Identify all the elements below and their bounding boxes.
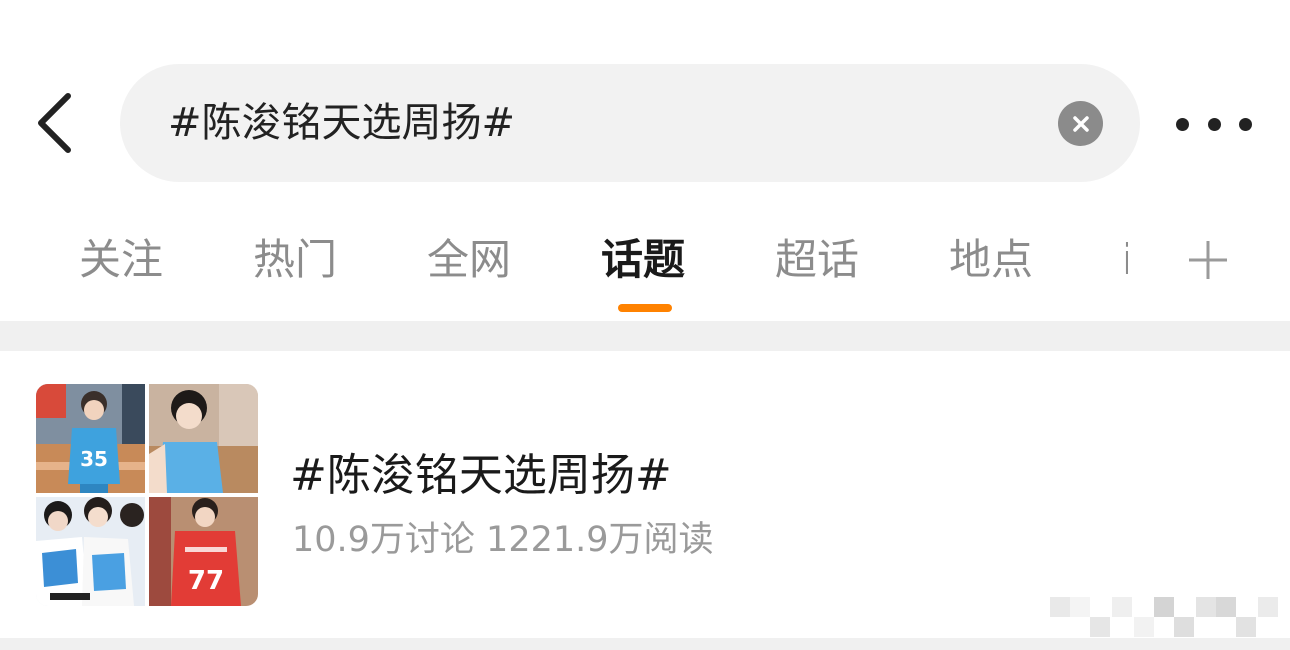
topic-result-card[interactable]: 35 77 #陈浚铭天选周扬# 10.9万讨论 1221.9万阅读 xyxy=(0,351,1290,638)
plus-icon xyxy=(1189,241,1227,279)
active-tab-indicator xyxy=(618,304,672,312)
topic-title[interactable]: #陈浚铭天选周扬# xyxy=(290,439,672,503)
watermark-mosaic xyxy=(1050,597,1278,637)
section-divider xyxy=(0,638,1290,650)
tab-partial-label: i xyxy=(1122,240,1128,280)
more-dot-icon xyxy=(1239,117,1252,131)
weibo-search-page: #陈浚铭天选周扬# 关注 热门 全网 话题 超话 地点 i 35 77 #陈浚铭… xyxy=(0,0,1290,650)
topic-thumbnail-image: 35 xyxy=(36,384,145,493)
tab-hot[interactable]: 热门 xyxy=(253,228,337,292)
search-input[interactable]: #陈浚铭天选周扬# xyxy=(168,64,515,182)
close-icon xyxy=(1072,115,1089,132)
tab-follow[interactable]: 关注 xyxy=(79,228,163,292)
topic-thumbnail-image xyxy=(36,497,145,606)
svg-text:77: 77 xyxy=(188,566,224,596)
more-dot-icon xyxy=(1207,117,1221,131)
chevron-left-icon xyxy=(38,93,71,153)
more-options-button[interactable] xyxy=(1176,104,1252,144)
tab-overflow-partial[interactable]: i xyxy=(1122,240,1128,280)
more-dot-icon xyxy=(1176,117,1189,131)
topic-thumbnail-image: 77 xyxy=(149,497,258,606)
back-button[interactable] xyxy=(30,90,80,156)
tab-super-topic[interactable]: 超话 xyxy=(775,228,859,292)
tab-topic[interactable]: 话题 xyxy=(601,228,685,292)
topic-thumbnail-image xyxy=(149,384,258,493)
clear-search-button[interactable] xyxy=(1058,101,1103,146)
section-divider xyxy=(0,321,1290,351)
topic-cover-collage: 35 77 xyxy=(36,384,258,606)
svg-text:35: 35 xyxy=(80,447,108,471)
tab-location[interactable]: 地点 xyxy=(949,228,1033,292)
topic-stats: 10.9万讨论 1221.9万阅读 xyxy=(292,520,714,560)
add-tab-button[interactable] xyxy=(1186,238,1230,282)
search-bar[interactable]: #陈浚铭天选周扬# xyxy=(120,64,1140,182)
tab-all-web[interactable]: 全网 xyxy=(427,228,511,292)
